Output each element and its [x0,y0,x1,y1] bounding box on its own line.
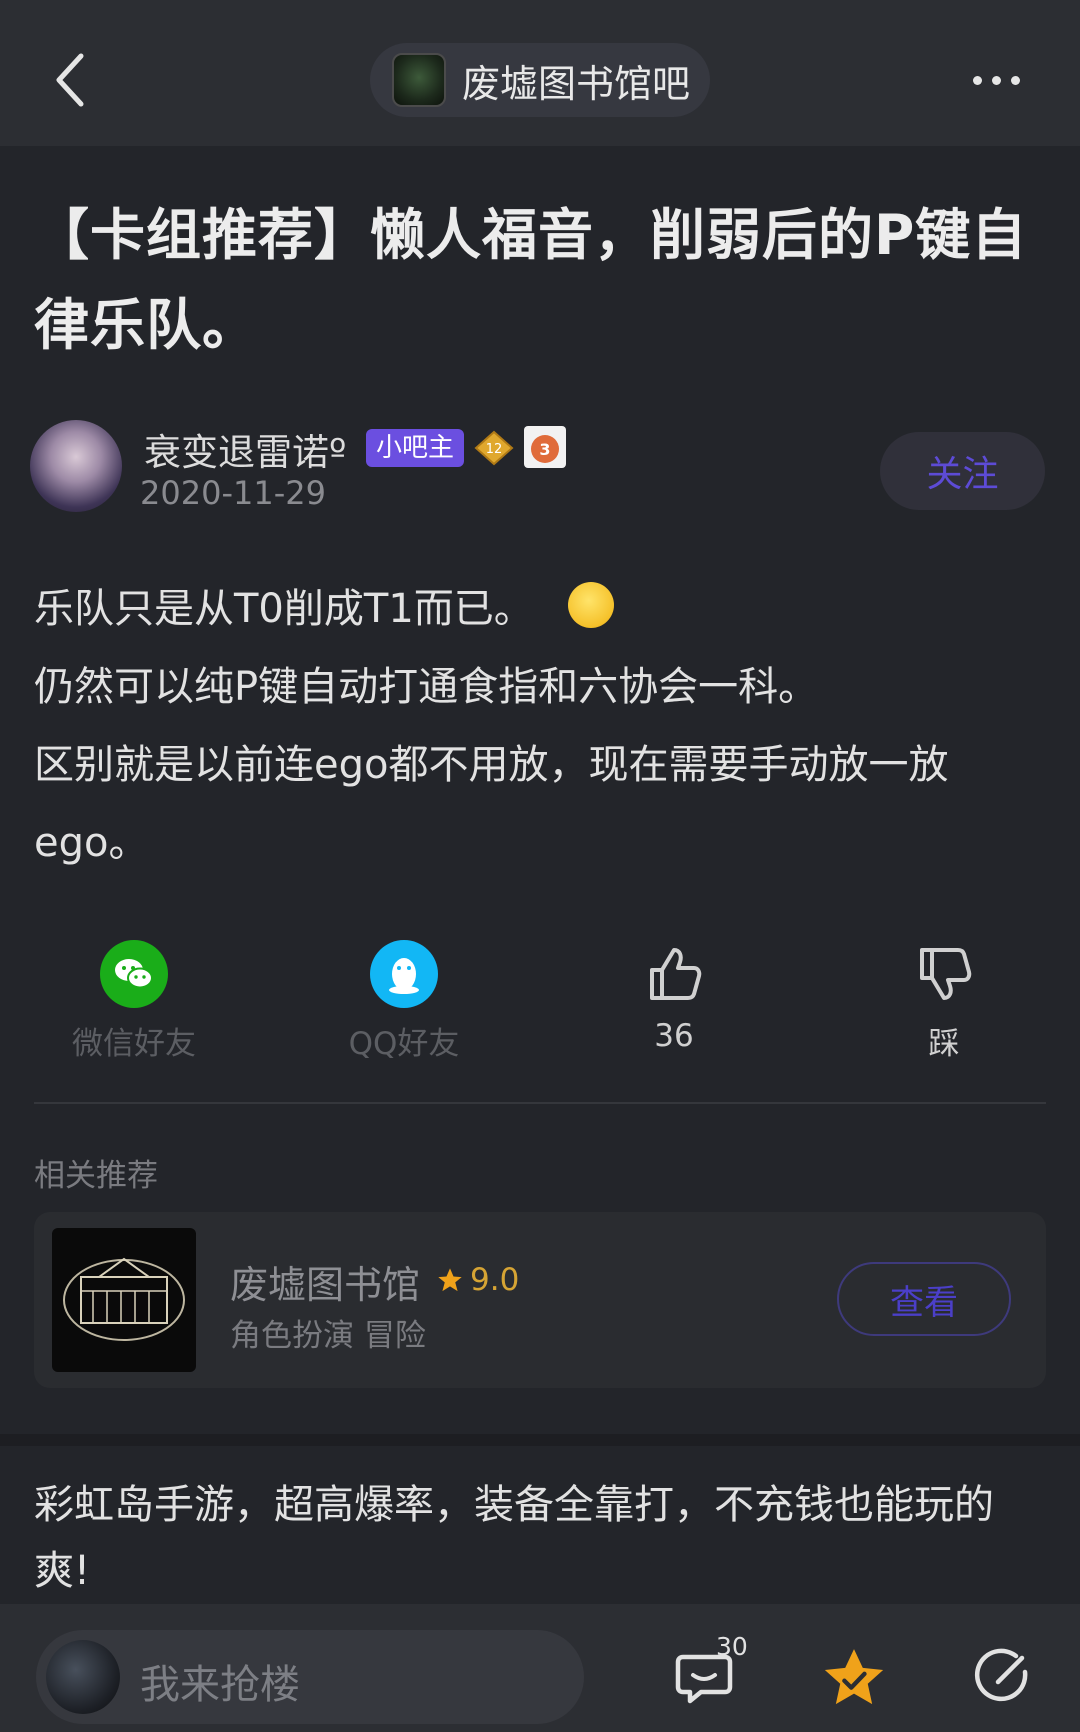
wechat-label: 微信好友 [72,1026,196,1062]
edit-button[interactable] [966,1642,1038,1714]
section-separator [0,1434,1080,1446]
medal-icon: 3 [531,435,559,463]
content-paragraph: 仍然可以纯P键自动打通食指和六协会一科。 [34,664,819,710]
level-diamond-icon: 12 [474,430,514,466]
wechat-icon [100,940,168,1008]
svg-text:12: 12 [486,442,503,457]
recommend-heading: 相关推荐 [34,1158,158,1194]
more-horizontal-icon [972,75,982,85]
level-badge: 12 [474,430,514,466]
favorite-star-icon [824,1649,884,1705]
like-button[interactable]: 36 [594,940,754,1054]
post-title: 【卡组推荐】懒人福音，削弱后的P键自律乐队。 [34,203,1028,357]
chevron-left-icon [56,53,84,107]
share-qq-button[interactable]: QQ好友 [324,940,484,1063]
recommend-card[interactable]: 废墟图书馆 9.0 角色扮演 冒险 查看 [34,1212,1046,1388]
forum-pill[interactable]: 废墟图书馆吧 [370,43,710,117]
author-name[interactable]: 衰变退雷诺º [144,422,346,476]
game-name: 废墟图书馆 [230,1263,421,1307]
qq-label: QQ好友 [348,1026,460,1062]
bottom-bar: 我来抢楼 30 [0,1604,1080,1732]
content-paragraph: 乐队只是从T0削成T1而已。 [34,570,1044,648]
like-count: 36 [654,1018,694,1054]
game-tags: 角色扮演 冒险 [230,1318,426,1354]
post-content: 乐队只是从T0削成T1而已。 仍然可以纯P键自动打通食指和六协会一科。 区别就是… [34,570,1044,882]
follow-button[interactable]: 关注 [880,432,1045,510]
user-avatar [46,1640,120,1714]
thumbs-down-icon [910,940,978,1008]
edit-pen-icon [974,1648,1028,1702]
reply-input[interactable]: 我来抢楼 [36,1630,584,1724]
dislike-label: 踩 [928,1026,960,1062]
dislike-button[interactable]: 踩 [864,940,1024,1063]
svg-text:3: 3 [539,440,550,459]
more-dot [991,75,1001,85]
game-thumbnail [52,1228,196,1372]
smile-emoji-icon [567,582,614,628]
game-rating: 9.0 [436,1262,519,1298]
ad-text[interactable]: 彩虹岛手游，超高爆率，装备全靠打，不充钱也能玩的爽! [34,1472,1044,1604]
forum-name: 废墟图书馆吧 [462,61,691,106]
qq-penguin-icon [370,940,438,1008]
view-game-button[interactable]: 查看 [837,1262,1011,1336]
medal-badge: 3 [524,426,566,468]
content-paragraph: 区别就是以前连ego都不用放，现在需要手动放一放ego。 [34,742,949,866]
comment-count: 30 [716,1632,748,1661]
moderator-badge: 小吧主 [366,429,465,467]
more-options-button[interactable] [956,62,1036,98]
top-bar: 废墟图书馆吧 [0,0,1080,146]
star-icon [438,1268,462,1292]
post-date: 2020-11-29 [140,474,326,512]
reply-placeholder: 我来抢楼 [140,1662,300,1708]
author-avatar[interactable] [30,420,122,512]
paragraph-text: 乐队只是从T0削成T1而已。 [34,586,534,632]
back-button[interactable] [40,40,100,120]
share-wechat-button[interactable]: 微信好友 [54,940,214,1063]
favorite-button[interactable] [818,1642,890,1714]
divider [34,1102,1046,1104]
rating-value: 9.0 [470,1262,520,1298]
forum-avatar [392,53,446,107]
more-dot [1010,75,1020,85]
thumbs-up-icon [640,940,708,1008]
